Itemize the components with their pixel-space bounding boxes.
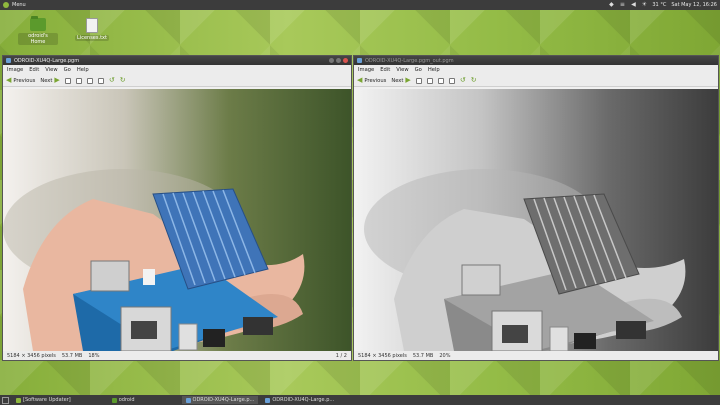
volume-icon[interactable]: ◀ (630, 2, 636, 8)
updater-icon (16, 397, 21, 403)
previous-label: Previous (13, 77, 36, 84)
folder-icon (30, 16, 46, 31)
zoom-out-icon[interactable] (426, 77, 433, 84)
menu-button[interactable]: Menu (3, 2, 26, 8)
image-viewer-icon (265, 397, 271, 403)
next-label: Next (40, 77, 53, 84)
task-label: ODROID-XU4Q-Large.p... (272, 397, 335, 403)
zoom-in-icon[interactable] (64, 77, 71, 84)
menubar: Image Edit View Go Help (3, 65, 351, 75)
task-label: [Software Updater] (23, 397, 71, 403)
titlebar[interactable]: ODROID-XU4Q-Large.pgm (3, 56, 351, 65)
menu-edit[interactable]: Edit (29, 67, 39, 73)
toolbar: ◀ Previous Next ▶ ↺ ↻ (354, 75, 718, 87)
menu-view[interactable]: View (396, 67, 408, 73)
desktop-icon-label: Licenses.txt (75, 35, 109, 41)
minimize-button[interactable] (329, 58, 334, 63)
menu-label: Menu (12, 2, 26, 8)
top-panel: Menu ◆ ≡ ◀ ☀ 31 °C Sat May 12, 16:26 (0, 0, 720, 10)
board-photo-grayscale (354, 89, 718, 351)
task-image-viewer-2[interactable]: ODROID-XU4Q-Large.p... (261, 396, 338, 404)
image-size: 53.7 MB (61, 352, 83, 359)
weather-temp[interactable]: 31 °C (652, 2, 666, 8)
previous-button[interactable]: ◀ Previous (6, 77, 35, 84)
next-label: Next (391, 77, 404, 84)
menu-go[interactable]: Go (64, 67, 71, 73)
folder-icon (111, 397, 117, 403)
maximize-button[interactable] (336, 58, 341, 63)
zoom-out-icon[interactable] (75, 77, 82, 84)
desktop-icon-label: odroid's Home (18, 33, 58, 45)
menu-help[interactable]: Help (77, 67, 89, 73)
window-title: ODROID-XU4Q-Large.pgm (14, 57, 80, 64)
image-size: 53.7 MB (412, 352, 434, 359)
image-canvas[interactable] (354, 89, 718, 351)
zoom-level: 18% (88, 352, 100, 359)
task-image-viewer-1[interactable]: ODROID-XU4Q-Large.p... (181, 396, 259, 404)
zoom-fit-icon[interactable] (448, 77, 455, 84)
rotate-left-icon[interactable]: ↺ (460, 77, 466, 84)
board-photo (3, 89, 351, 351)
zoom-level: 20% (439, 352, 451, 359)
weather-icon[interactable]: ☀ (641, 2, 647, 8)
network-icon[interactable]: ≡ (619, 2, 625, 8)
rotate-right-icon[interactable]: ↻ (471, 77, 477, 84)
image-dimensions: 5184 × 3456 pixels (7, 352, 56, 359)
zoom-in-icon[interactable] (415, 77, 422, 84)
page-indicator: 1 / 2 (335, 352, 347, 359)
next-button[interactable]: Next ▶ (40, 77, 59, 84)
clock[interactable]: Sat May 12, 16:26 (671, 2, 717, 8)
show-desktop-icon[interactable] (2, 396, 9, 404)
arrow-right-icon: ▶ (405, 76, 411, 84)
image-viewer-icon (185, 397, 191, 403)
window-title: ODROID-XU4Q-Large.pgm_out.pgm (365, 57, 454, 64)
mint-logo-icon (3, 2, 9, 8)
zoom-normal-icon[interactable] (437, 77, 444, 84)
statusbar: 5184 × 3456 pixels 53.7 MB 18% 1 / 2 (3, 351, 351, 360)
desktop-icon-home[interactable]: odroid's Home (18, 16, 58, 45)
zoom-fit-icon[interactable] (97, 77, 104, 84)
image-viewer-window-left[interactable]: ODROID-XU4Q-Large.pgm Image Edit View Go… (2, 55, 352, 361)
system-tray: ◆ ≡ ◀ ☀ 31 °C Sat May 12, 16:26 (608, 2, 717, 9)
statusbar: 5184 × 3456 pixels 53.7 MB 20% (354, 351, 718, 360)
arrow-right-icon: ▶ (54, 76, 60, 84)
task-odroid-folder[interactable]: odroid (108, 396, 139, 404)
next-button[interactable]: Next ▶ (391, 77, 410, 84)
menu-image[interactable]: Image (7, 67, 23, 73)
titlebar[interactable]: ODROID-XU4Q-Large.pgm_out.pgm (354, 56, 718, 65)
menubar: Image Edit View Go Help (354, 65, 718, 75)
image-canvas[interactable] (3, 89, 351, 351)
menu-help[interactable]: Help (428, 67, 440, 73)
arrow-left-icon: ◀ (357, 76, 363, 84)
bottom-panel: [Software Updater] odroid ODROID-XU4Q-La… (0, 395, 720, 405)
desktop-icon-licenses[interactable]: Licenses.txt (72, 18, 112, 41)
text-file-icon (86, 18, 98, 33)
menu-image[interactable]: Image (358, 67, 374, 73)
menu-view[interactable]: View (45, 67, 57, 73)
task-software-updater[interactable]: [Software Updater] (12, 396, 75, 404)
task-label: odroid (118, 397, 135, 403)
previous-label: Previous (364, 77, 387, 84)
image-dimensions: 5184 × 3456 pixels (358, 352, 407, 359)
image-viewer-icon (6, 58, 11, 63)
task-label: ODROID-XU4Q-Large.p... (192, 397, 255, 403)
close-button[interactable] (343, 58, 348, 63)
menu-edit[interactable]: Edit (380, 67, 390, 73)
previous-button[interactable]: ◀ Previous (357, 77, 386, 84)
zoom-normal-icon[interactable] (86, 77, 93, 84)
arrow-left-icon: ◀ (6, 76, 12, 84)
toolbar: ◀ Previous Next ▶ ↺ ↻ (3, 75, 351, 87)
rotate-left-icon[interactable]: ↺ (109, 77, 115, 84)
image-viewer-icon (357, 58, 362, 63)
rotate-right-icon[interactable]: ↻ (120, 77, 126, 84)
image-viewer-window-right[interactable]: ODROID-XU4Q-Large.pgm_out.pgm Image Edit… (353, 55, 719, 361)
shield-icon[interactable]: ◆ (608, 2, 614, 8)
menu-go[interactable]: Go (415, 67, 422, 73)
